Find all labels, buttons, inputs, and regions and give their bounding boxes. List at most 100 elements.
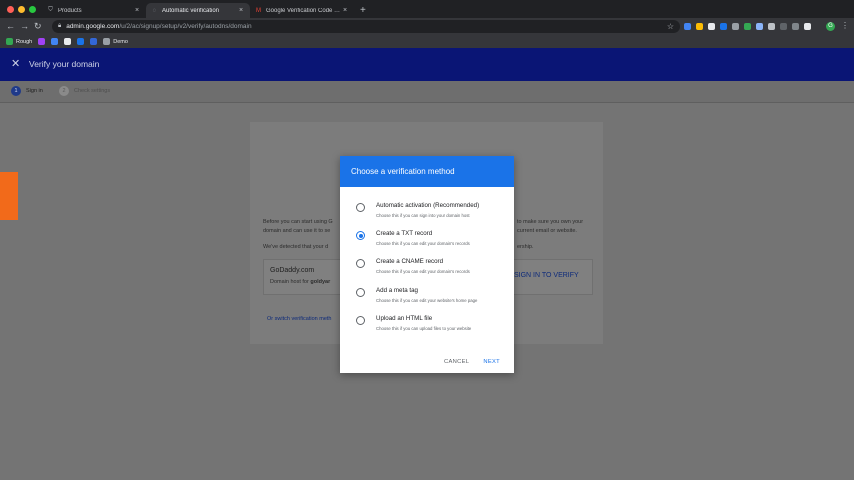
more-menu-icon[interactable]: ⋮	[841, 21, 849, 31]
extension-icon[interactable]	[756, 23, 763, 30]
gmail-icon: M	[256, 7, 261, 14]
step-number: 2	[59, 86, 69, 96]
option-description: Choose this if you can edit your website…	[376, 298, 478, 303]
minimize-window-button[interactable]	[18, 6, 25, 13]
detected-text-right: ership.	[517, 244, 534, 250]
shield-icon: ⛉	[48, 7, 53, 13]
bookmark-rough[interactable]: Rough	[6, 38, 32, 45]
reload-icon[interactable]: ↻	[34, 21, 42, 31]
option-meta-tag[interactable]: Add a meta tag Choose this if you can ed…	[356, 287, 477, 304]
extension-icon[interactable]	[708, 23, 715, 30]
radio-button[interactable]	[356, 203, 365, 212]
option-label: Upload an HTML file	[376, 315, 433, 322]
tab-google-verification-code[interactable]: M Google Verification Code - ad… ×	[250, 3, 354, 18]
app-bar: ✕ Verify your domain	[0, 48, 854, 81]
bookmark-item[interactable]	[77, 38, 85, 45]
back-arrow-icon[interactable]: ←	[6, 21, 15, 31]
extension-icon[interactable]	[720, 23, 727, 30]
dialog-title: Choose a verification method	[351, 167, 455, 176]
forward-arrow-icon[interactable]: →	[20, 21, 29, 31]
radio-button-selected[interactable]	[356, 231, 365, 240]
option-label: Add a meta tag	[376, 287, 418, 294]
address-bar[interactable]: 🔒︎ admin.google.com/u/2/ac/signup/setup/…	[52, 20, 680, 33]
step-label: Check settings	[74, 88, 111, 94]
step-number: 1	[11, 86, 21, 96]
bookmarks-bar: Rough Demo	[0, 35, 854, 48]
browser-toolbar: ← → ↻ 🔒︎ admin.google.com/u/2/ac/signup/…	[0, 18, 854, 35]
tab-automatic-verification[interactable]: ◌ Automatic verification ×	[146, 3, 250, 18]
bookmark-icon	[77, 38, 85, 45]
browser-chrome: ⛉ Products × ◌ Automatic verification × …	[0, 0, 854, 48]
option-description: Choose this if you can edit your domain'…	[376, 241, 470, 246]
bookmark-item[interactable]	[90, 38, 98, 45]
intro-text: Before you can start using G	[263, 219, 333, 225]
bookmark-icon	[38, 38, 46, 45]
tab-strip: ⛉ Products × ◌ Automatic verification × …	[42, 3, 366, 18]
bookmark-icon	[90, 38, 98, 45]
window-controls	[7, 6, 36, 13]
extension-icon[interactable]	[780, 23, 787, 30]
close-window-button[interactable]	[7, 6, 14, 13]
radio-button[interactable]	[356, 316, 365, 325]
extension-icon[interactable]	[732, 23, 739, 30]
verification-method-dialog: Choose a verification method Automatic a…	[340, 156, 514, 373]
option-html-file[interactable]: Upload an HTML file Choose this if you c…	[356, 315, 471, 332]
option-description: Choose this if you can edit your domain'…	[376, 269, 470, 274]
lock-icon: 🔒︎	[58, 23, 62, 29]
option-cname-record[interactable]: Create a CNAME record Choose this if you…	[356, 258, 470, 275]
extension-icon[interactable]	[768, 23, 775, 30]
new-tab-icon[interactable]: +	[360, 3, 366, 18]
tab-title: Products	[58, 7, 82, 14]
intro-text-right-2: current email or website.	[517, 228, 577, 234]
extension-icon[interactable]	[804, 23, 811, 30]
url-text: admin.google.com/u/2/ac/signup/setup/v2/…	[66, 23, 252, 30]
extension-icon[interactable]	[696, 23, 703, 30]
step-label: Sign in	[26, 88, 43, 94]
tab-products[interactable]: ⛉ Products ×	[42, 3, 146, 18]
bookmark-item[interactable]	[64, 38, 72, 45]
close-icon[interactable]: ×	[133, 7, 141, 14]
next-button[interactable]: NEXT	[483, 359, 500, 365]
option-label: Create a TXT record	[376, 230, 433, 237]
maximize-window-button[interactable]	[29, 6, 36, 13]
intro-text-right: to make sure you own your	[517, 219, 584, 225]
option-label: Create a CNAME record	[376, 258, 444, 265]
option-description: Choose this if you can upload files to y…	[376, 326, 472, 331]
detected-text: We've detected that your d	[263, 244, 329, 250]
star-icon[interactable]: ☆	[667, 22, 674, 31]
bookmark-icon	[6, 38, 13, 45]
loading-icon: ◌	[152, 7, 157, 14]
close-icon[interactable]: ×	[341, 7, 349, 14]
page-content: ✕ Verify your domain 1 Sign in 2 Check s…	[0, 48, 854, 480]
stepper: 1 Sign in 2 Check settings	[0, 81, 854, 103]
radio-button[interactable]	[356, 288, 365, 297]
side-accent-tab[interactable]	[0, 172, 18, 220]
switch-verification-link[interactable]: Or switch verification meth	[267, 316, 332, 322]
close-icon[interactable]: ✕	[11, 58, 20, 70]
tab-title: Google Verification Code - ad…	[266, 7, 341, 14]
option-label: Automatic activation (Recommended)	[376, 202, 480, 209]
option-description: Choose this if you can sign into your do…	[376, 213, 470, 218]
intro-text-2: domain and can use it to se	[263, 228, 331, 234]
dialog-actions: CANCEL NEXT	[444, 359, 500, 365]
sign-in-to-verify-button[interactable]: SIGN IN TO VERIFY	[514, 272, 579, 279]
bookmark-item[interactable]	[51, 38, 59, 45]
step-sign-in: 1 Sign in	[11, 86, 43, 96]
close-icon[interactable]: ×	[237, 7, 245, 14]
provider-name: GoDaddy.com	[270, 267, 315, 274]
profile-avatar[interactable]: G	[826, 22, 835, 31]
folder-icon	[103, 38, 111, 45]
step-check-settings: 2 Check settings	[59, 86, 110, 96]
page-title: Verify your domain	[29, 59, 100, 69]
option-automatic-activation[interactable]: Automatic activation (Recommended) Choos…	[356, 202, 479, 219]
bookmark-demo[interactable]: Demo	[103, 38, 128, 45]
bookmark-icon	[64, 38, 72, 45]
extension-icon[interactable]	[744, 23, 751, 30]
bookmark-item[interactable]	[38, 38, 46, 45]
cancel-button[interactable]: CANCEL	[444, 359, 469, 365]
radio-button[interactable]	[356, 259, 365, 268]
option-txt-record[interactable]: Create a TXT record Choose this if you c…	[356, 230, 470, 247]
puzzle-icon[interactable]	[792, 23, 799, 30]
extensions-bar	[684, 23, 811, 30]
extension-icon[interactable]	[684, 23, 691, 30]
